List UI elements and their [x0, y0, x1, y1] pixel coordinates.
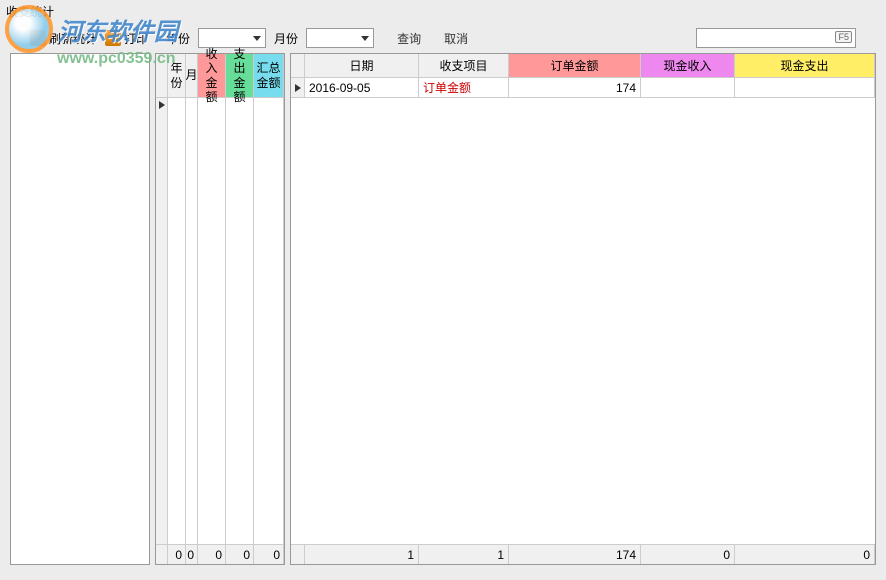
- col-order-header[interactable]: 订单金额: [509, 54, 641, 78]
- print-button[interactable]: 打印: [105, 30, 148, 47]
- cell-item: 订单金额: [419, 78, 509, 98]
- col-cash-in-header[interactable]: 现金收入: [641, 54, 735, 78]
- query-button[interactable]: 查询: [397, 30, 421, 47]
- cancel-button[interactable]: 取消: [444, 30, 468, 47]
- month-label: 月份: [274, 30, 298, 47]
- search-hotkey-badge: F5: [835, 31, 852, 43]
- cell-date: 2016-09-05: [305, 78, 419, 98]
- year-label: 年份: [166, 30, 190, 47]
- col-month-header[interactable]: 月: [186, 54, 198, 98]
- month-dropdown[interactable]: [306, 28, 374, 48]
- detail-table: 日期 收支项目 订单金额 现金收入 现金支出 2016-09-05 订单金额 1…: [290, 53, 876, 565]
- cell-cash-out: [735, 78, 875, 98]
- summary-footer: 0 0 0 0 0: [156, 544, 284, 564]
- detail-body[interactable]: 2016-09-05 订单金额 174: [291, 78, 875, 544]
- detail-header-marker: [291, 54, 305, 78]
- chevron-down-icon: [361, 36, 369, 41]
- col-total-header[interactable]: 汇总金额: [254, 54, 284, 98]
- detail-footer: 1 1 174 0 0: [291, 544, 875, 564]
- row-pointer-icon: [295, 84, 301, 92]
- table-row[interactable]: 2016-09-05 订单金额 174: [291, 78, 875, 98]
- year-dropdown[interactable]: [198, 28, 266, 48]
- col-income-header[interactable]: 收入金额: [198, 54, 226, 98]
- summary-body[interactable]: [156, 98, 284, 544]
- row-pointer-icon: [159, 101, 165, 109]
- toolbar: 刷新统计 打印 年份 月份 查询 取消 F5: [0, 23, 886, 53]
- print-icon: [105, 30, 121, 46]
- col-cash-out-header[interactable]: 现金支出: [735, 54, 875, 78]
- col-item-header[interactable]: 收支项目: [419, 54, 509, 78]
- summary-table: 年份 月 收入金额 支出金额 汇总金额 0 0 0 0 0: [155, 53, 285, 565]
- refresh-button[interactable]: 刷新统计: [30, 30, 97, 47]
- col-date-header[interactable]: 日期: [305, 54, 419, 78]
- main-content: 年份 月 收入金额 支出金额 汇总金额 0 0 0 0 0: [0, 53, 886, 565]
- col-expense-header[interactable]: 支出金额: [226, 54, 254, 98]
- cell-cash-in: [641, 78, 735, 98]
- left-tree-panel[interactable]: [10, 53, 150, 565]
- cell-order: 174: [509, 78, 641, 98]
- window-title: 收支统计: [0, 0, 886, 23]
- refresh-icon: [30, 30, 46, 46]
- col-year-header[interactable]: 年份: [168, 54, 186, 98]
- header-marker: [156, 54, 168, 98]
- search-input[interactable]: F5: [696, 28, 856, 48]
- chevron-down-icon: [253, 36, 261, 41]
